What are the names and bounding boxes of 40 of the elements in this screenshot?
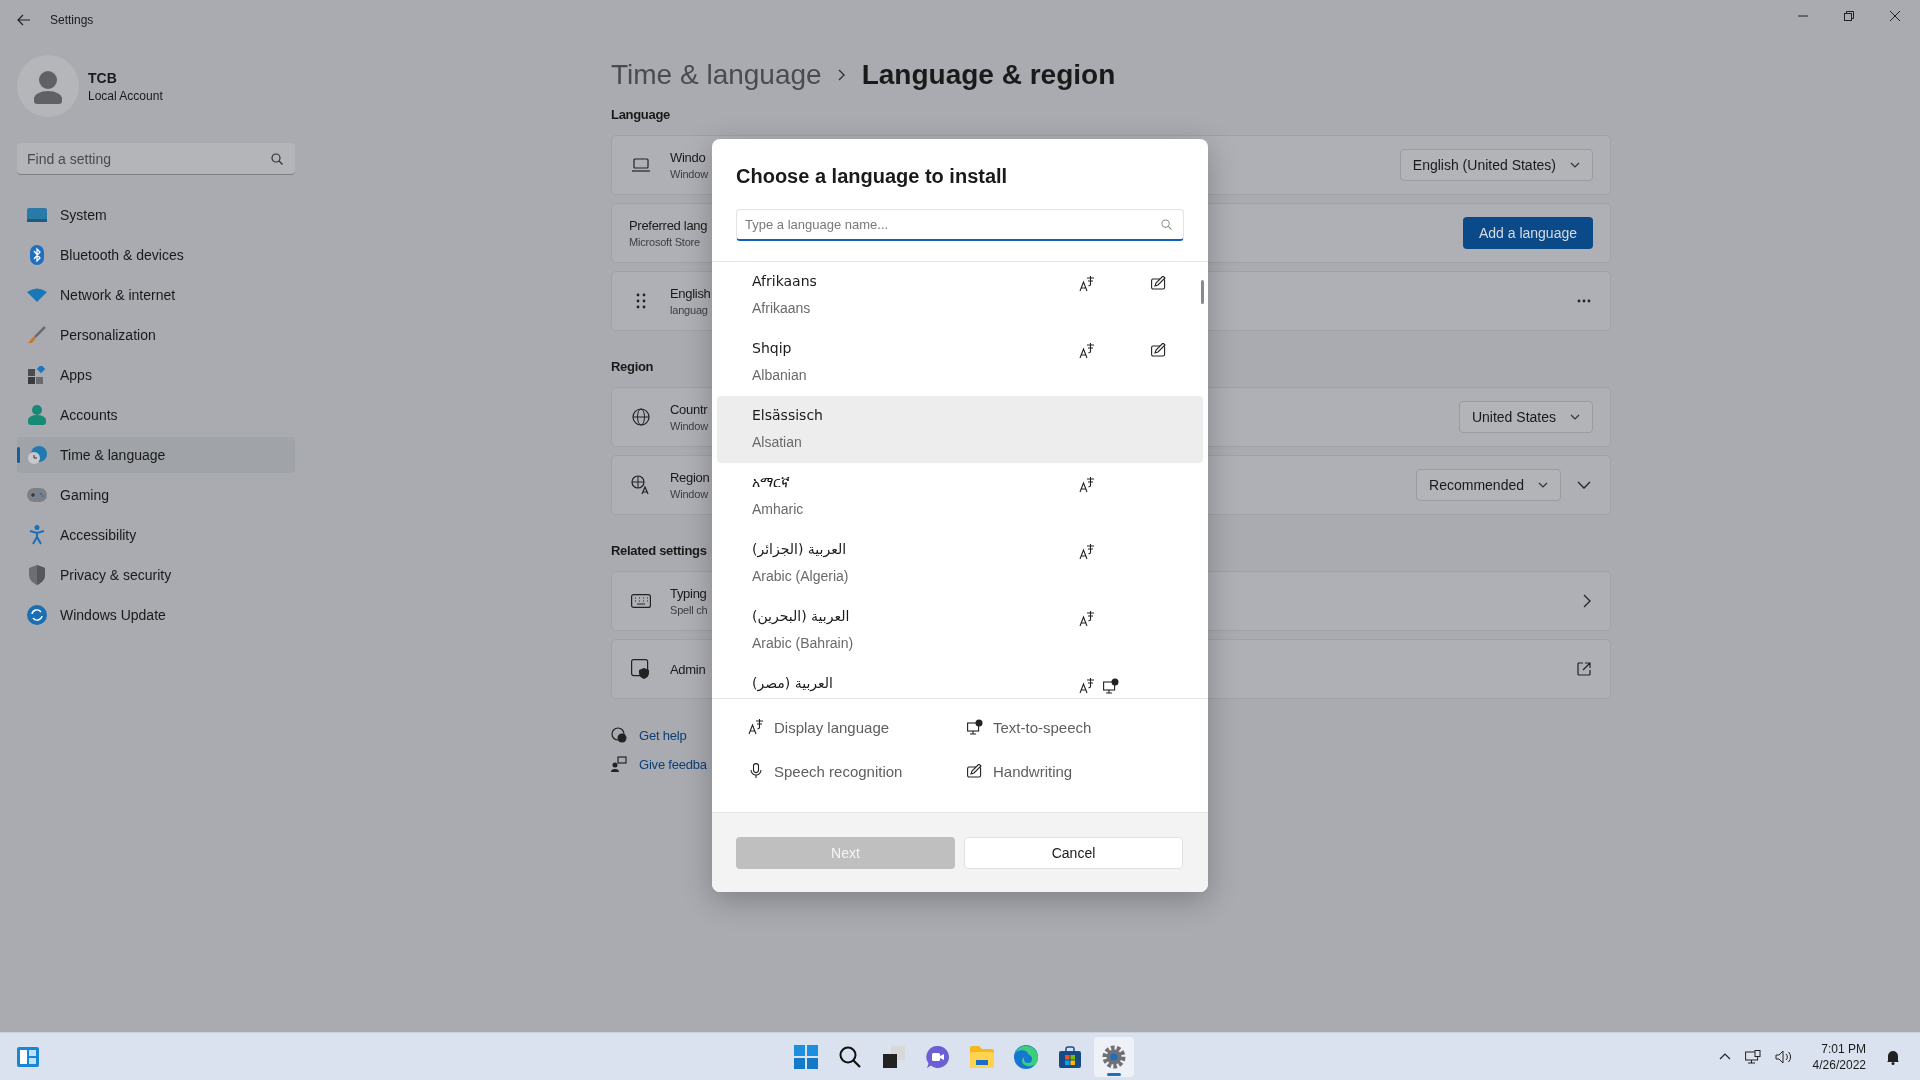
window-title: Settings (50, 13, 94, 27)
language-name: አማርኛ (752, 473, 790, 492)
language-english-name: Amharic (752, 500, 804, 519)
clock-time: 7:01 PM (1821, 1040, 1866, 1057)
card-title: Preferred lang (629, 218, 708, 233)
language-name: العربية (البحرين) (752, 607, 850, 626)
card-title: English (670, 286, 711, 301)
language-name: العربية (الجزائر) (752, 540, 847, 559)
legend-label: Display language (774, 718, 890, 736)
clock-date: 4/26/2022 (1812, 1056, 1866, 1073)
card-title: Region (670, 470, 710, 485)
section-heading: Region (611, 359, 654, 376)
card-subtitle: Window (670, 488, 708, 500)
language-english-name: Albanian (752, 366, 807, 385)
page-title: Language & region (861, 59, 1116, 91)
language-name: Shqip (752, 339, 792, 358)
card-subtitle: languag (670, 304, 708, 316)
card-subtitle: Spell ch (670, 604, 708, 616)
language-name: العربية (مصر) (752, 674, 833, 693)
section-heading: Language (611, 107, 670, 124)
legend-label: Text-to-speech (993, 718, 1092, 736)
language-english-name: Alsatian (752, 433, 802, 452)
card-subtitle: Window (670, 420, 708, 432)
card-title: Countr (670, 402, 708, 417)
card-title: Typing (670, 586, 707, 601)
card-title: Admin (670, 661, 706, 677)
card-title: Windo (670, 150, 706, 165)
language-name: Afrikaans (752, 272, 817, 291)
dialog-title: Choose a language to install (735, 164, 1009, 189)
legend-label: Speech recognition (774, 762, 903, 780)
legend-label: Handwriting (993, 762, 1073, 780)
language-english-name: Afrikaans (752, 299, 811, 318)
language-name: Elsässisch (752, 406, 823, 425)
card-subtitle: Window (670, 168, 708, 180)
account-name: TCB (88, 69, 118, 86)
card-subtitle: Microsoft Store (629, 236, 700, 248)
language-english-name: Arabic (Algeria) (752, 567, 849, 586)
account-type: Local Account (88, 88, 163, 103)
language-english-name: Arabic (Bahrain) (752, 634, 854, 653)
section-heading: Related settings (611, 543, 707, 560)
